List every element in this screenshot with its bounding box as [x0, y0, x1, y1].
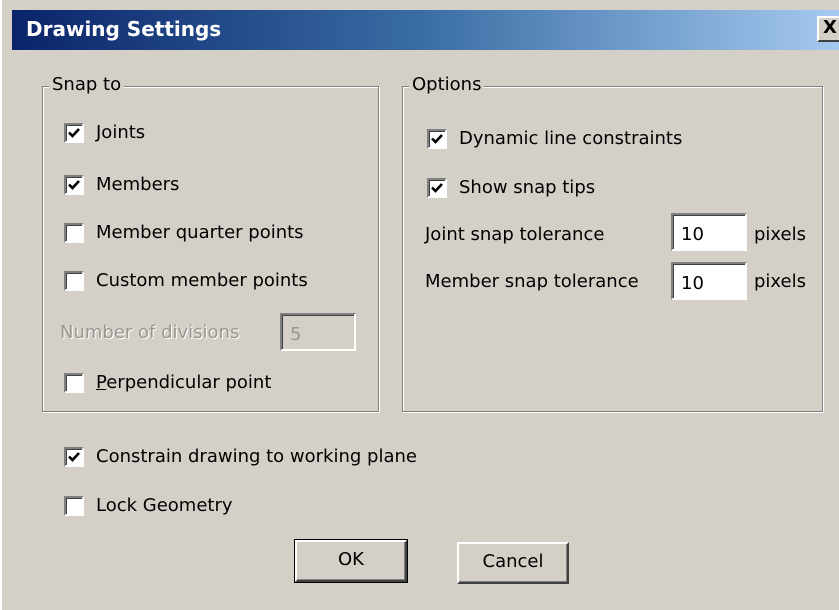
dialog-title: Drawing Settings: [26, 17, 222, 41]
joints-checkbox[interactable]: Joints: [64, 122, 145, 143]
ok-button[interactable]: OK: [294, 539, 408, 583]
joint-snap-tolerance-input[interactable]: 10: [671, 213, 747, 251]
checkmark-icon: [431, 182, 443, 193]
close-icon: X: [823, 17, 837, 38]
checkbox-box: [64, 372, 84, 393]
number-of-divisions-label: Number of divisions: [60, 322, 240, 343]
lock-geometry-checkbox[interactable]: Lock Geometry: [64, 495, 233, 516]
checkbox-box: [64, 222, 84, 243]
joints-label: Joints: [96, 122, 146, 143]
members-checkbox[interactable]: Members: [64, 174, 179, 195]
checkmark-icon: [431, 133, 443, 144]
perpendicular-point-checkbox[interactable]: Perpendicular point: [64, 372, 271, 393]
close-button[interactable]: X: [817, 16, 839, 42]
member-quarter-points-label: Member quarter points: [96, 222, 304, 243]
checkbox-box: [64, 122, 84, 143]
cancel-button[interactable]: Cancel: [457, 542, 569, 584]
members-label: Members: [96, 174, 180, 195]
snap-to-legend: Snap to: [49, 74, 125, 95]
checkmark-icon: [68, 179, 80, 190]
checkbox-box: [64, 446, 84, 467]
checkbox-box: [64, 174, 84, 195]
dynamic-line-constraints-label: Dynamic line constraints: [459, 128, 683, 149]
number-of-divisions-input[interactable]: 5: [280, 313, 356, 351]
show-snap-tips-checkbox[interactable]: Show snap tips: [427, 177, 595, 198]
checkbox-box: [427, 128, 447, 149]
custom-member-points-label: Custom member points: [96, 270, 308, 291]
member-snap-tolerance-label: Member snap tolerance: [425, 271, 639, 292]
custom-member-points-checkbox[interactable]: Custom member points: [64, 270, 308, 291]
perpendicular-point-label: Perpendicular point: [96, 372, 272, 393]
checkbox-box: [64, 495, 84, 516]
constrain-working-plane-checkbox[interactable]: Constrain drawing to working plane: [64, 446, 417, 467]
checkbox-box: [427, 177, 447, 198]
checkbox-box: [64, 270, 84, 291]
member-tolerance-unit: pixels: [754, 271, 806, 292]
member-quarter-points-checkbox[interactable]: Member quarter points: [64, 222, 304, 243]
joint-snap-tolerance-label: Joint snap tolerance: [425, 224, 605, 245]
options-legend: Options: [409, 74, 485, 95]
title-bar[interactable]: Drawing Settings X: [12, 10, 839, 50]
joint-tolerance-unit: pixels: [754, 224, 806, 245]
checkmark-icon: [68, 451, 80, 462]
constrain-working-plane-label: Constrain drawing to working plane: [96, 446, 417, 467]
lock-geometry-label: Lock Geometry: [96, 495, 233, 516]
checkmark-icon: [68, 127, 80, 138]
dynamic-line-constraints-checkbox[interactable]: Dynamic line constraints: [427, 128, 682, 149]
member-snap-tolerance-input[interactable]: 10: [671, 262, 747, 300]
show-snap-tips-label: Show snap tips: [459, 177, 596, 198]
drawing-settings-dialog: Drawing Settings X Snap to Joints Member…: [0, 0, 839, 610]
